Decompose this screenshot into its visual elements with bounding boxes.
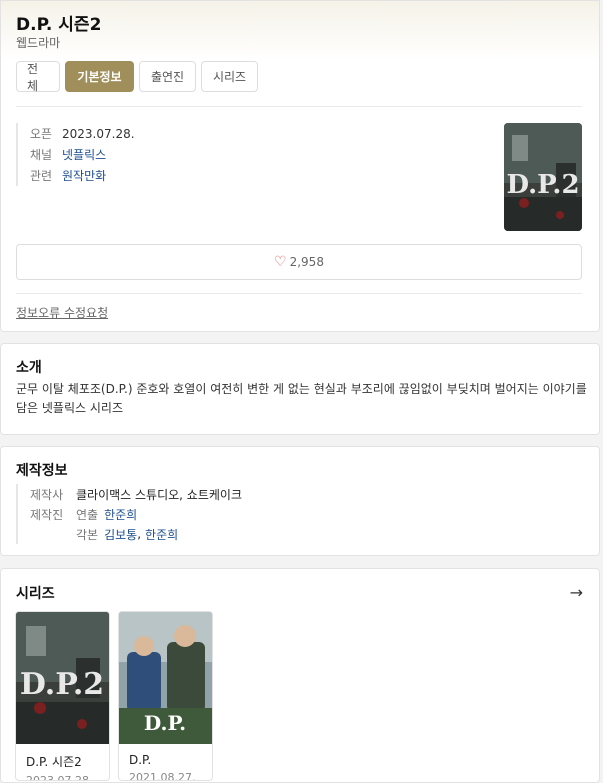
info-label: 채널 (30, 148, 53, 162)
divider (16, 106, 582, 107)
poster-title: D.P.2 (506, 170, 579, 200)
writer-link[interactable]: 한준희 (145, 526, 178, 543)
poster-art: D.P. (119, 612, 212, 744)
info-row-related: 관련 원작만화 (30, 165, 135, 186)
arrow-right-icon[interactable]: → (570, 583, 583, 602)
info-label: 관련 (30, 169, 53, 183)
heart-icon: ♡ (274, 254, 287, 270)
info-label: 오픈 (30, 127, 53, 141)
tab-basic-info[interactable]: 기본정보 (65, 61, 134, 92)
production-staff-row: 제작진 연출 한준희 (30, 504, 242, 524)
report-error-link[interactable]: 정보오류 수정요청 (16, 304, 108, 321)
series-date: 2023.07.28. (26, 774, 93, 781)
production-company-row: 제작사 클라이맥스 스튜디오, 쇼트케이크 (30, 484, 242, 504)
director-link[interactable]: 한준희 (104, 506, 137, 523)
intro-section: 소개 군무 이탈 체포조(D.P.) 준호와 호열이 여전히 변한 게 없는 현… (0, 343, 600, 435)
like-count: 2,958 (289, 255, 324, 269)
director-label: 연출 (76, 507, 99, 522)
series-name: D.P. 시즌2 (26, 755, 82, 769)
staff-label: 제작진 (30, 507, 64, 522)
related-link[interactable]: 원작만화 (62, 167, 106, 184)
series-poster: D.P.2 (16, 612, 109, 744)
tab-series[interactable]: 시리즈 (201, 61, 258, 92)
writer-link[interactable]: 김보통 (104, 526, 137, 543)
production-writer-row: 각본 김보통 , 한준희 (30, 524, 242, 544)
poster-art: D.P.2 (504, 123, 582, 231)
channel-link[interactable]: 넷플릭스 (62, 146, 106, 163)
like-button[interactable]: ♡ 2,958 (16, 244, 582, 280)
poster-title: D.P. (144, 711, 186, 735)
tab-all[interactable]: 전체 (16, 61, 60, 93)
basic-info-card: D.P. 시즌2 웹드라마 전체 기본정보 출연진 시리즈 오픈 2023.07… (0, 0, 600, 332)
divider (16, 293, 582, 294)
production-title: 제작정보 (16, 463, 68, 479)
tab-bar: 전체 기본정보 출연진 시리즈 (16, 61, 258, 93)
writer-label: 각본 (76, 527, 99, 542)
open-date: 2023.07.28. (62, 126, 135, 141)
writer-separator: , (137, 527, 142, 541)
intro-text: 군무 이탈 체포조(D.P.) 준호와 호열이 여전히 변한 게 없는 현실과 … (16, 382, 587, 415)
intro-title: 소개 (16, 360, 42, 376)
genre-label: 웹드라마 (16, 36, 61, 50)
poster-image[interactable]: D.P.2 (504, 123, 582, 231)
production-section: 제작정보 제작사 클라이맥스 스튜디오, 쇼트케이크 제작진 연출 한준희 각본… (0, 446, 600, 556)
info-list: 오픈 2023.07.28. 채널 넷플릭스 관련 원작만화 (16, 123, 135, 186)
series-name: D.P. (129, 753, 152, 767)
info-row-channel: 채널 넷플릭스 (30, 144, 135, 165)
page-title: D.P. 시즌2 (16, 15, 102, 35)
series-card[interactable]: D.P.2 D.P. 시즌2 2023.07.28. (15, 611, 110, 781)
poster-title: D.P.2 (20, 667, 104, 702)
info-row-open: 오픈 2023.07.28. (30, 123, 135, 144)
series-poster: D.P. (119, 612, 212, 744)
series-card[interactable]: D.P. D.P. 2021.08.27. (118, 611, 213, 781)
series-section: 시리즈 → D.P.2 D.P. 시즌2 2023.07.28. D.P. D.… (0, 568, 600, 783)
tab-cast[interactable]: 출연진 (139, 61, 196, 92)
poster-art: D.P.2 (16, 612, 109, 744)
production-list: 제작사 클라이맥스 스튜디오, 쇼트케이크 제작진 연출 한준희 각본 김보통 … (16, 484, 242, 544)
company-label: 제작사 (30, 487, 64, 502)
series-date: 2021.08.27. (129, 771, 196, 781)
company-value: 클라이맥스 스튜디오, 쇼트케이크 (76, 487, 243, 502)
series-title: 시리즈 (16, 586, 55, 602)
